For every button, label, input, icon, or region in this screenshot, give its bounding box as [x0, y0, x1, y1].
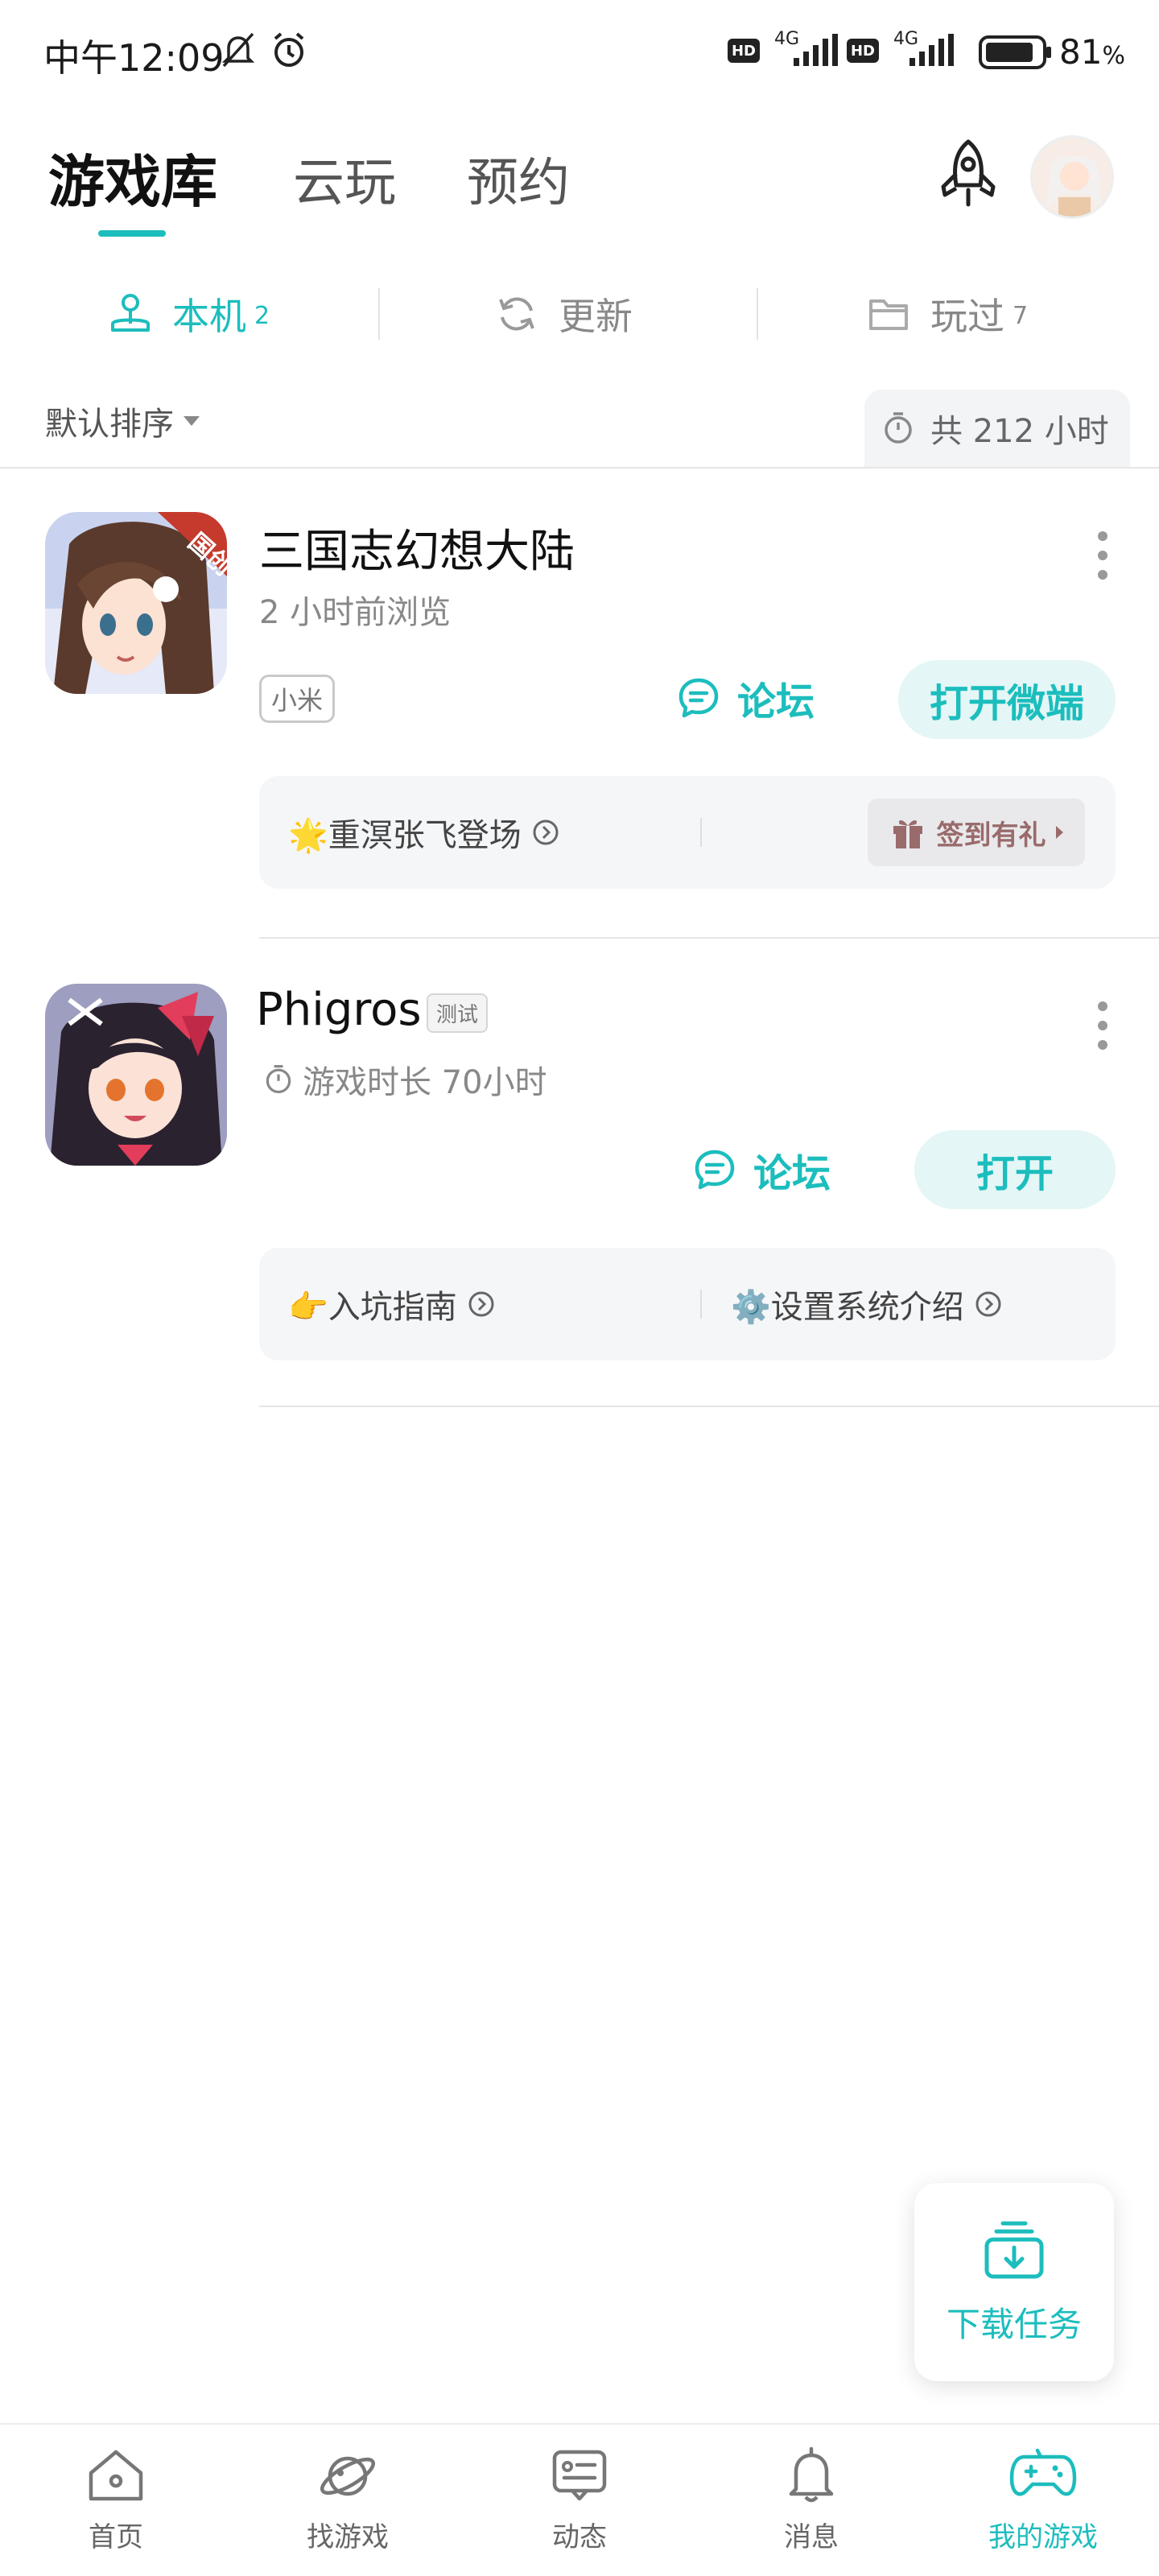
gift-icon	[893, 820, 922, 848]
total-playtime: 共 212 小时	[864, 390, 1130, 467]
arrow-circle-icon	[533, 819, 559, 845]
sort-dropdown[interactable]: 默认排序	[45, 398, 200, 444]
nav-find-games[interactable]: 找游戏	[232, 2425, 464, 2576]
divider	[757, 288, 758, 340]
arrow-circle-icon	[468, 1291, 494, 1317]
signin-label: 签到有礼	[936, 819, 1046, 852]
folder-icon	[869, 299, 908, 330]
nav-find-games-label: 找游戏	[307, 2521, 389, 2553]
refresh-icon	[499, 297, 534, 331]
rocket-icon[interactable]	[934, 137, 1003, 209]
nav-home[interactable]: 首页	[0, 2425, 232, 2576]
nav-my-games-label: 我的游戏	[988, 2521, 1098, 2553]
active-tab-indicator	[98, 230, 166, 237]
subtab-update[interactable]: 更新	[494, 282, 633, 346]
game-info-panel: 🌟重溟张飞登场 签到有礼	[259, 776, 1116, 889]
panel-guide-label: 👉入坑指南	[288, 1289, 457, 1326]
nav-feed[interactable]: 动态	[464, 2425, 695, 2576]
game-info-panel: 👉入坑指南 ⚙️设置系统介绍	[259, 1248, 1116, 1360]
open-button[interactable]: 打开	[914, 1130, 1116, 1209]
arrow-circle-icon	[975, 1291, 1001, 1317]
alarm-icon	[274, 32, 304, 67]
panel-news-link[interactable]: 🌟重溟张飞登场	[288, 776, 560, 889]
status-time: 中午12:09	[43, 36, 225, 80]
triangle-right-icon	[1055, 826, 1063, 839]
signin-reward-button[interactable]: 签到有礼	[868, 799, 1085, 866]
forum-button[interactable]: 论坛	[676, 670, 815, 726]
game-icon-sanguo[interactable]: 国创	[45, 512, 227, 694]
divider	[700, 1290, 702, 1319]
home-icon	[89, 2450, 143, 2501]
bottom-nav: 首页 找游戏 动态 消息 我的游戏	[0, 2423, 1159, 2576]
nav-messages[interactable]: 消息	[695, 2425, 927, 2576]
divider	[700, 818, 702, 847]
subtab-local[interactable]: 本机 2	[108, 282, 270, 346]
panel-news-label: 🌟重溟张飞登场	[288, 817, 522, 854]
game-playtime-label: 游戏时长 70小时	[303, 1064, 547, 1101]
game-subtitle: 2 小时前浏览	[259, 594, 452, 631]
subtab-update-label: 更新	[559, 295, 633, 338]
panel-guide-link[interactable]: 👉入坑指南	[288, 1248, 496, 1360]
timer-icon	[885, 412, 912, 444]
tab-game-library[interactable]: 游戏库	[48, 137, 217, 218]
signal-icon-2	[909, 34, 954, 66]
battery-percent: 81%	[1059, 32, 1125, 72]
nav-my-games[interactable]: 我的游戏	[927, 2425, 1159, 2576]
subtab-played-label: 玩过	[930, 295, 1004, 338]
hd-badge-2: HD	[847, 39, 879, 63]
forum-button[interactable]: 论坛	[692, 1141, 831, 1198]
bell-off-icon	[221, 32, 255, 68]
forum-label: 论坛	[753, 1151, 831, 1196]
tab-cloud-play[interactable]: 云玩	[293, 142, 396, 216]
divider	[259, 937, 1159, 939]
channel-tag: 小米	[259, 675, 336, 723]
game-icon-phigros[interactable]	[45, 984, 227, 1166]
beta-badge: 测试	[427, 993, 489, 1033]
hd-badge: HD	[728, 39, 760, 63]
divider	[378, 288, 380, 340]
subtab-local-count: 2	[254, 301, 270, 330]
more-options-icon[interactable]	[1098, 1001, 1107, 1059]
caret-down-icon	[184, 416, 200, 426]
chat-icon	[695, 1150, 735, 1190]
subtab-played-count: 7	[1013, 301, 1029, 330]
nav-messages-label: 消息	[784, 2521, 839, 2553]
tab-reserve[interactable]: 预约	[467, 142, 570, 216]
sort-label: 默认排序	[45, 406, 174, 443]
nav-feed-label: 动态	[552, 2521, 607, 2553]
planet-icon	[320, 2456, 375, 2496]
status-bar: 中午12:09 HD 4G HD 4G 81%	[0, 0, 1159, 105]
open-micro-button[interactable]: 打开微端	[898, 660, 1116, 739]
subtab-played[interactable]: 玩过 7	[866, 282, 1028, 346]
nav-home-label: 首页	[89, 2521, 143, 2553]
panel-settings-label: ⚙️设置系统介绍	[731, 1289, 964, 1326]
game-playtime: 游戏时长 70小时	[262, 1056, 547, 1103]
forum-label: 论坛	[737, 679, 815, 724]
bell-icon	[789, 2446, 834, 2503]
download-tasks-button[interactable]: 下载任务	[914, 2183, 1114, 2381]
timer-icon	[266, 1065, 291, 1094]
battery-icon	[979, 35, 1051, 69]
download-tasks-label: 下载任务	[946, 2304, 1082, 2344]
game-title[interactable]: Phigros	[256, 984, 422, 1036]
more-options-icon[interactable]	[1098, 531, 1107, 589]
joystick-icon	[111, 294, 150, 332]
divider	[0, 467, 1159, 469]
panel-settings-link[interactable]: ⚙️设置系统介绍	[731, 1248, 1003, 1360]
feed-icon	[552, 2450, 607, 2501]
avatar[interactable]	[1030, 135, 1114, 219]
chat-icon	[678, 678, 719, 718]
download-tray-icon	[984, 2221, 1044, 2278]
divider	[259, 1406, 1159, 1407]
game-title[interactable]: 三国志幻想大陆	[259, 515, 575, 580]
gamepad-icon	[1009, 2448, 1077, 2496]
signal-icon	[794, 34, 838, 66]
subtab-local-label: 本机	[172, 295, 246, 338]
total-playtime-label: 共 212 小时	[930, 413, 1109, 450]
